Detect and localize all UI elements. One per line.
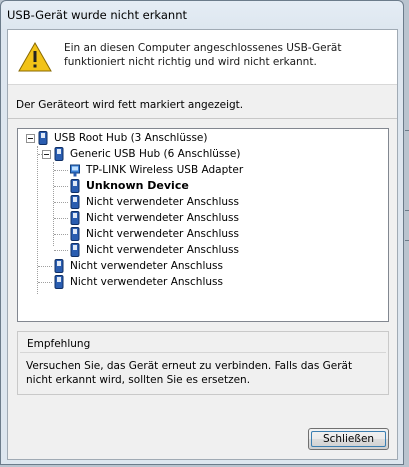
separator	[8, 118, 397, 119]
dialog-client-area: Ein an diesen Computer angeschlossenes U…	[7, 29, 398, 460]
recommendation-text: Versuchen Sie, das Gerät erneut zu verbi…	[26, 360, 353, 386]
tree-line	[38, 266, 52, 267]
message-band: Ein an diesen Computer angeschlossenes U…	[8, 30, 397, 85]
recommendation-title: Empfehlung	[27, 338, 91, 350]
tree-line	[54, 170, 68, 171]
tree-line	[38, 282, 52, 283]
usb-hub-icon	[54, 147, 64, 161]
device-tree[interactable]: USB Root Hub (3 Anschlüsse) Generic USB …	[17, 128, 389, 322]
collapse-toggle-root-hub[interactable]	[26, 134, 35, 143]
recommendation-group: Empfehlung Versuchen Sie, das Gerät erne…	[17, 331, 389, 395]
window-edge-mark	[405, 210, 409, 211]
tree-line	[54, 250, 68, 251]
tree-line	[54, 218, 68, 219]
usb-port-icon	[70, 243, 80, 257]
tree-line	[54, 202, 68, 203]
usb-port-icon	[54, 275, 64, 289]
close-button-label: Schließen	[322, 433, 375, 445]
usb-port-icon	[70, 211, 80, 225]
close-button[interactable]: Schließen	[308, 428, 389, 450]
usb-port-icon	[70, 195, 80, 209]
recommendation-panel: Versuchen Sie, das Gerät erneut zu verbi…	[20, 352, 386, 393]
window-edge-mark	[405, 240, 409, 241]
dialog-window: USB-Gerät wurde nicht erkannt Ein an die…	[0, 0, 404, 465]
usb-port-icon	[70, 179, 80, 193]
window-title: USB-Gerät wurde nicht erkannt	[7, 8, 188, 22]
usb-hub-icon	[38, 131, 48, 145]
tree-line	[37, 146, 38, 294]
network-adapter-icon	[70, 164, 80, 177]
collapse-toggle-generic-hub[interactable]	[42, 150, 51, 159]
window-edge-mark	[405, 130, 409, 131]
tree-line	[54, 234, 68, 235]
usb-port-icon	[54, 259, 64, 273]
device-location-hint: Der Geräteort wird fett markiert angezei…	[16, 99, 244, 111]
usb-port-icon	[70, 227, 80, 241]
tree-line	[54, 186, 68, 187]
message-text: Ein an diesen Computer angeschlossenes U…	[64, 42, 342, 68]
warning-icon	[18, 42, 52, 72]
